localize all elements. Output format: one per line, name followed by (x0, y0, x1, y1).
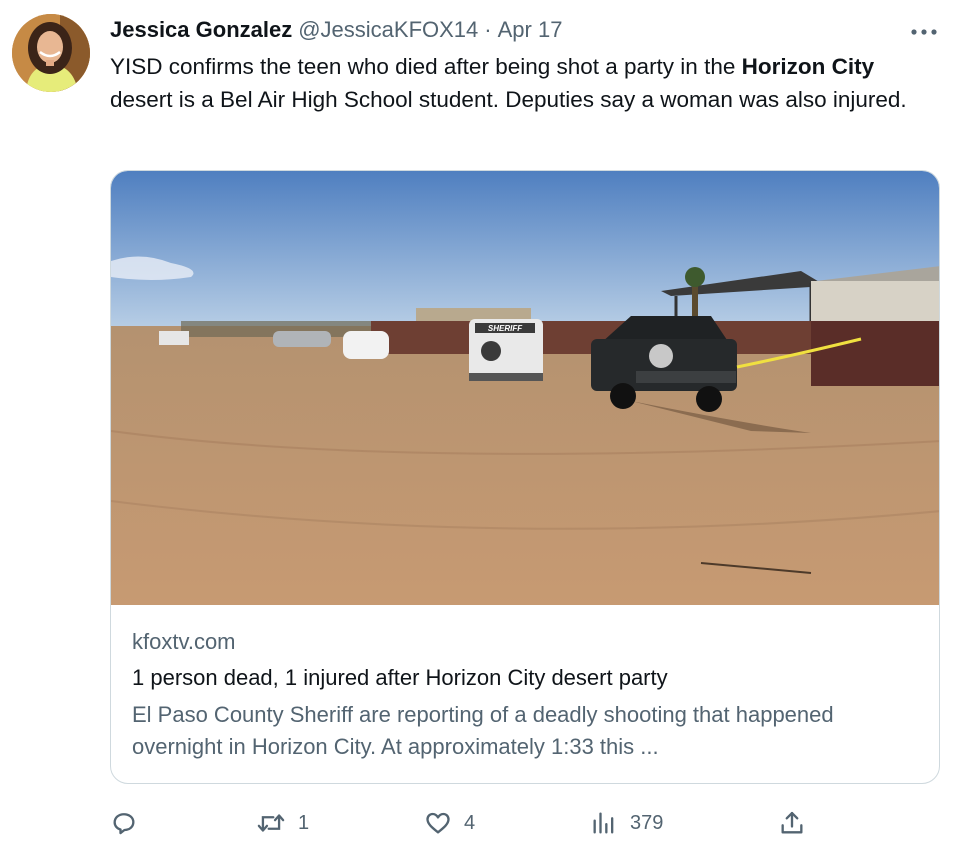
heart-icon (426, 812, 450, 834)
tweet-text-part1: YISD confirms the teen who died after be… (110, 54, 742, 79)
card-image[interactable]: SHERIFF (111, 171, 939, 605)
avatar-image (12, 14, 90, 92)
more-options-button[interactable] (906, 20, 942, 44)
tweet-text-bold: Horizon City (741, 54, 875, 79)
desert-scene-image: SHERIFF (111, 171, 939, 605)
reply-icon (113, 813, 135, 835)
like-count: 4 (464, 811, 476, 834)
more-icon (911, 29, 937, 35)
header-separator: · (484, 17, 492, 42)
tweet-actions: 1 4 379 (110, 806, 940, 840)
share-button[interactable] (778, 806, 806, 840)
tweet-header: Jessica Gonzalez @JessicaKFOX14 · Apr 17 (110, 16, 562, 44)
card-description: El Paso County Sheriff are reporting of … (132, 702, 834, 759)
views-button[interactable]: 379 (590, 806, 663, 840)
retweet-icon (257, 814, 285, 832)
tweet-date[interactable]: Apr 17 (498, 16, 563, 44)
views-icon (593, 812, 614, 834)
like-button[interactable]: 4 (424, 806, 475, 840)
reply-button[interactable] (110, 806, 150, 840)
avatar[interactable] (12, 14, 90, 92)
tweet-text-part2: desert is a Bel Air High School student.… (110, 87, 907, 112)
author-handle[interactable]: @JessicaKFOX14 (298, 16, 478, 44)
views-count: 379 (630, 811, 664, 834)
retweet-count: 1 (298, 811, 310, 834)
card-title[interactable]: 1 person dead, 1 injured after Horizon C… (132, 663, 668, 693)
author-name[interactable]: Jessica Gonzalez (110, 16, 292, 44)
van-sheriff-label: SHERIFF (488, 324, 523, 333)
retweet-button[interactable]: 1 (256, 806, 309, 840)
card-domain[interactable]: kfoxtv.com (132, 627, 236, 657)
share-icon (781, 811, 803, 834)
tweet-text: YISD confirms the teen who died after be… (110, 50, 930, 116)
tweet: Jessica Gonzalez @JessicaKFOX14 · Apr 17… (0, 0, 960, 851)
link-card[interactable]: SHERIFF kfoxtv.com 1 person dead, 1 inju… (110, 170, 940, 784)
